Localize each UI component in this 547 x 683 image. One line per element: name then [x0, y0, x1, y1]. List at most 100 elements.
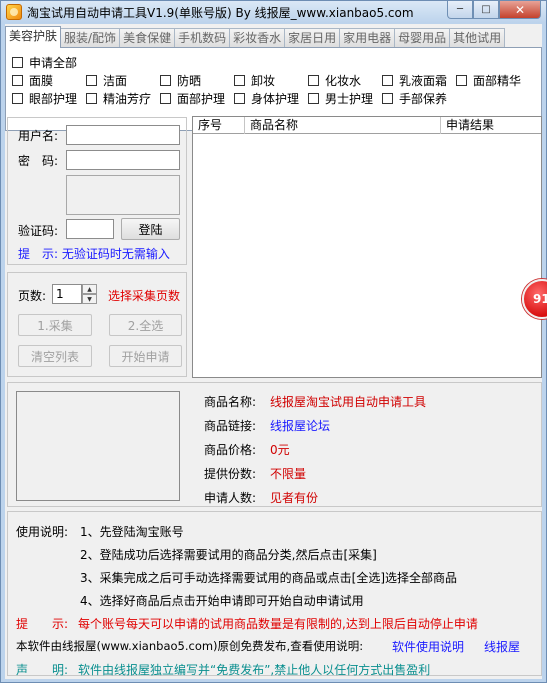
app-icon [6, 4, 22, 20]
checkbox-label: 面部护理 [177, 92, 226, 106]
checkbox-category[interactable]: 卸妆 [234, 72, 275, 89]
password-label: 密 码: [18, 154, 59, 168]
checkbox-box[interactable] [12, 57, 23, 68]
checkbox-category[interactable]: 面部精华 [456, 72, 521, 89]
checkbox-box[interactable] [12, 75, 23, 86]
release-text: 本软件由线报屋(www.xianbao5.com)原创免费发布,查看使用说明: [16, 639, 364, 653]
pages-spinbox[interactable] [52, 284, 82, 304]
product-qty-value: 不限量 [270, 467, 307, 481]
checkbox-label: 面部精华 [473, 74, 522, 88]
checkbox-category[interactable]: 洁面 [86, 72, 127, 89]
checkbox-category[interactable]: 手部保养 [382, 90, 447, 107]
checkbox-label: 面膜 [29, 74, 54, 88]
pages-label: 页数: [18, 289, 47, 303]
tab-home-daily[interactable]: 家居日用 [284, 28, 341, 48]
captcha-input[interactable] [66, 219, 114, 239]
checkbox-category[interactable]: 精油芳疗 [86, 90, 151, 107]
checkbox-box[interactable] [160, 93, 171, 104]
tip-label: 提 示: [16, 617, 69, 631]
column-header-name[interactable]: 商品名称 [245, 117, 441, 134]
product-image [16, 391, 180, 501]
checkbox-label: 化妆水 [325, 74, 362, 88]
checkbox-box[interactable] [456, 75, 467, 86]
checkbox-box[interactable] [234, 75, 245, 86]
checkbox-category[interactable]: 防晒 [160, 72, 201, 89]
tab-clothing-accessories[interactable]: 服装/配饰 [60, 28, 121, 48]
checkbox-box[interactable] [160, 75, 171, 86]
checkbox-category[interactable]: 乳液面霜 [382, 72, 447, 89]
product-list[interactable]: 序号 商品名称 申请结果 [192, 116, 542, 378]
tab-phones-digital[interactable]: 手机数码 [174, 28, 231, 48]
title-bar[interactable]: 淘宝试用自动申请工具V1.9(单账号版) By 线报屋_www.xianbao5… [1, 1, 546, 23]
product-link[interactable]: 线报屋论坛 [270, 417, 330, 434]
checkbox-box[interactable] [382, 75, 393, 86]
checkbox-label: 申请全部 [29, 56, 78, 70]
checkbox-category[interactable]: 男士护理 [308, 90, 373, 107]
collect-button[interactable]: 1.采集 [18, 314, 92, 336]
checkbox-box[interactable] [234, 93, 245, 104]
checkbox-label: 洁面 [103, 74, 128, 88]
tab-food-health[interactable]: 美食保健 [119, 28, 176, 48]
product-qty-label: 提供份数: [204, 467, 257, 481]
applicants-label: 申请人数: [204, 491, 257, 505]
checkbox-label: 眼部护理 [29, 92, 78, 106]
clear-list-button[interactable]: 清空列表 [18, 345, 92, 367]
checkbox-box[interactable] [382, 93, 393, 104]
product-detail-group: 商品名称: 线报屋淘宝试用自动申请工具 商品链接: 线报屋论坛 商品价格: 0元… [7, 382, 542, 507]
password-input[interactable] [66, 150, 180, 170]
tab-home-appliances[interactable]: 家用电器 [339, 28, 396, 48]
select-all-button[interactable]: 2.全选 [109, 314, 182, 336]
site-link[interactable]: 线报屋 [484, 638, 520, 655]
minimize-button[interactable]: ─ [447, 1, 473, 19]
checkbox-apply-all[interactable]: 申请全部 [12, 54, 77, 71]
checkbox-box[interactable] [308, 93, 319, 104]
checkbox-box[interactable] [86, 93, 97, 104]
product-name-label: 商品名称: [204, 395, 257, 409]
applicants-value: 见者有份 [270, 491, 319, 505]
window-title: 淘宝试用自动申请工具V1.9(单账号版) By 线报屋_www.xianbao5… [27, 6, 414, 20]
checkbox-label: 防晒 [177, 74, 202, 88]
login-button[interactable]: 登陆 [121, 218, 180, 240]
login-hint: 提 示: 无验证码时无需输入 [18, 247, 170, 261]
checkbox-category[interactable]: 身体护理 [234, 90, 299, 107]
tab-makeup-perfume[interactable]: 彩妆香水 [229, 28, 286, 48]
product-name-value: 线报屋淘宝试用自动申请工具 [270, 395, 427, 409]
spin-up-icon[interactable]: ▲ [82, 284, 97, 294]
help-link[interactable]: 软件使用说明 [392, 638, 464, 655]
close-button[interactable]: ✕ [499, 1, 541, 19]
checkbox-category[interactable]: 化妆水 [308, 72, 361, 89]
checkbox-label: 身体护理 [251, 92, 300, 106]
start-apply-button[interactable]: 开始申请 [109, 345, 182, 367]
checkbox-label: 精油芳疗 [103, 92, 152, 106]
checkbox-box[interactable] [12, 93, 23, 104]
tab-beauty-skincare[interactable]: 美容护肤 [5, 26, 62, 48]
product-link-label: 商品链接: [204, 419, 257, 433]
column-header-index[interactable]: 序号 [193, 117, 245, 134]
username-input[interactable] [66, 125, 180, 145]
captcha-label: 验证码: [18, 224, 59, 238]
collect-group: 页数: ▲ ▼ 选择采集页数 1.采集 2.全选 清空列表 开始申请 [7, 272, 187, 377]
checkbox-label: 乳液面霜 [399, 74, 448, 88]
tab-other[interactable]: 其他试用 [449, 28, 506, 48]
captcha-image[interactable] [66, 175, 180, 215]
checkbox-category[interactable]: 眼部护理 [12, 90, 77, 107]
spin-down-icon[interactable]: ▼ [82, 294, 97, 304]
statement-text: 软件由线报屋独立编写并“免费发布”,禁止他人以任何方式出售盈利 [78, 663, 431, 677]
checkbox-box[interactable] [308, 75, 319, 86]
instruction-step: 4、选择好商品后点击开始申请即可开始自动申请试用 [80, 594, 364, 608]
checkbox-box[interactable] [86, 75, 97, 86]
checkbox-label: 手部保养 [399, 92, 448, 106]
checkbox-category[interactable]: 面膜 [12, 72, 53, 89]
maximize-button[interactable]: □ [473, 1, 499, 19]
instructions-title: 使用说明: [16, 525, 69, 539]
tab-mother-baby[interactable]: 母婴用品 [394, 28, 451, 48]
checkbox-category[interactable]: 面部护理 [160, 90, 225, 107]
category-tabs: 美容护肤 服装/配饰 美食保健 手机数码 彩妆香水 家居日用 家用电器 母婴用品… [5, 26, 506, 48]
instructions-group: 使用说明: 1、先登陆淘宝账号 2、登陆成功后选择需要试用的商品分类,然后点击[… [7, 511, 542, 677]
username-label: 用户名: [18, 129, 59, 143]
column-header-result[interactable]: 申请结果 [441, 117, 541, 134]
instruction-step: 3、采集完成之后可手动选择需要试用的商品或点击[全选]选择全部商品 [80, 571, 458, 585]
product-price-value: 0元 [270, 443, 290, 457]
list-header: 序号 商品名称 申请结果 [193, 117, 541, 134]
app-window: 淘宝试用自动申请工具V1.9(单账号版) By 线报屋_www.xianbao5… [0, 0, 547, 683]
